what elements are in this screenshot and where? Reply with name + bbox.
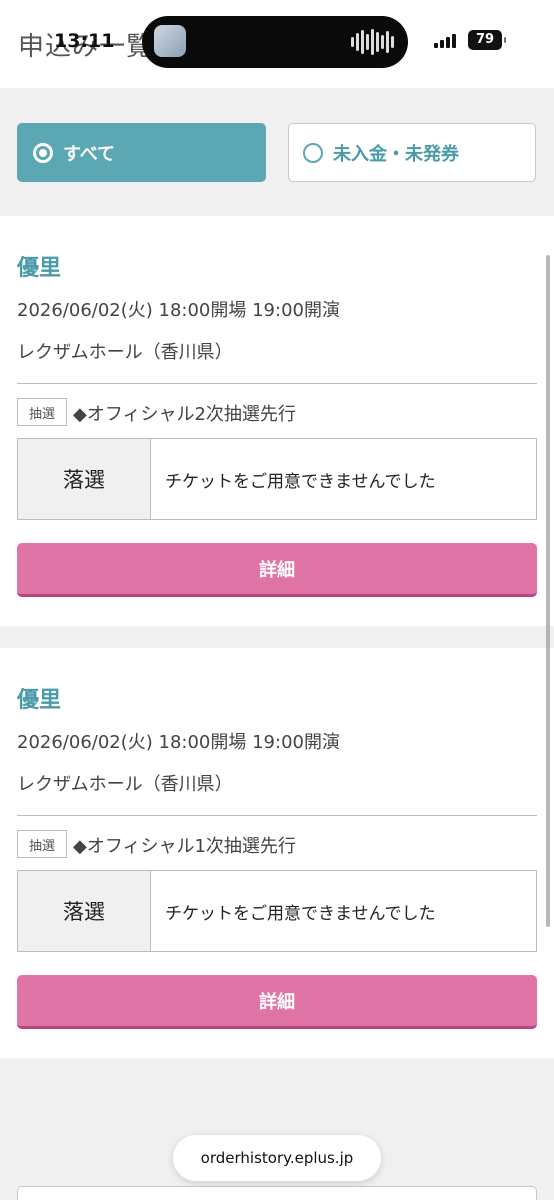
filter-unpaid-label: 未入金・未発券 [333, 143, 459, 165]
event-datetime: 2026/06/02(火) 18:00開場 19:00開演 [17, 732, 340, 753]
result-status: 落選 [18, 871, 151, 951]
result-status: 落選 [18, 439, 151, 519]
header: 申込み一覧 13:11 79 [0, 0, 554, 88]
lottery-badge: 抽選 [17, 398, 67, 426]
cellular-signal-icon [434, 34, 456, 48]
filter-unpaid-button[interactable]: 未入金・未発券 [288, 123, 536, 182]
event-venue: レクザムホール（香川県） [17, 342, 233, 363]
result-box: 落選 チケットをご用意できませんでした [17, 438, 537, 520]
status-time: 13:11 [54, 30, 115, 52]
entry-card: 優里 2026/06/02(火) 18:00開場 19:00開演 レクザムホール… [0, 648, 554, 1058]
result-message: チケットをご用意できませんでした [165, 903, 436, 924]
result-box: 落選 チケットをご用意できませんでした [17, 870, 537, 952]
divider [17, 383, 537, 384]
next-card-edge [17, 1186, 537, 1200]
url-bar[interactable]: orderhistory.eplus.jp [173, 1135, 381, 1181]
artist-name: 優里 [17, 256, 62, 281]
entry-card: 優里 2026/06/02(火) 18:00開場 19:00開演 レクザムホール… [0, 216, 554, 626]
lottery-round: ◆オフィシャル2次抽選先行 [73, 404, 296, 425]
detail-button[interactable]: 詳細 [17, 975, 537, 1029]
filter-all-label: すべて [63, 143, 116, 165]
filter-all-button[interactable]: すべて [17, 123, 266, 182]
audio-waveform-icon [351, 28, 394, 56]
radio-selected-icon [33, 142, 53, 163]
lottery-round: ◆オフィシャル1次抽選先行 [73, 836, 296, 857]
divider [17, 815, 537, 816]
battery-icon: 79 [468, 30, 506, 50]
event-datetime: 2026/06/02(火) 18:00開場 19:00開演 [17, 300, 340, 321]
artist-name: 優里 [17, 688, 62, 713]
lottery-badge: 抽選 [17, 830, 67, 858]
dynamic-island [142, 16, 408, 68]
result-message: チケットをご用意できませんでした [165, 471, 436, 492]
radio-unselected-icon [303, 142, 323, 163]
event-venue: レクザムホール（香川県） [17, 774, 233, 795]
detail-button[interactable]: 詳細 [17, 543, 537, 597]
scrollbar[interactable] [546, 255, 550, 927]
now-playing-artwork-icon [154, 25, 186, 57]
